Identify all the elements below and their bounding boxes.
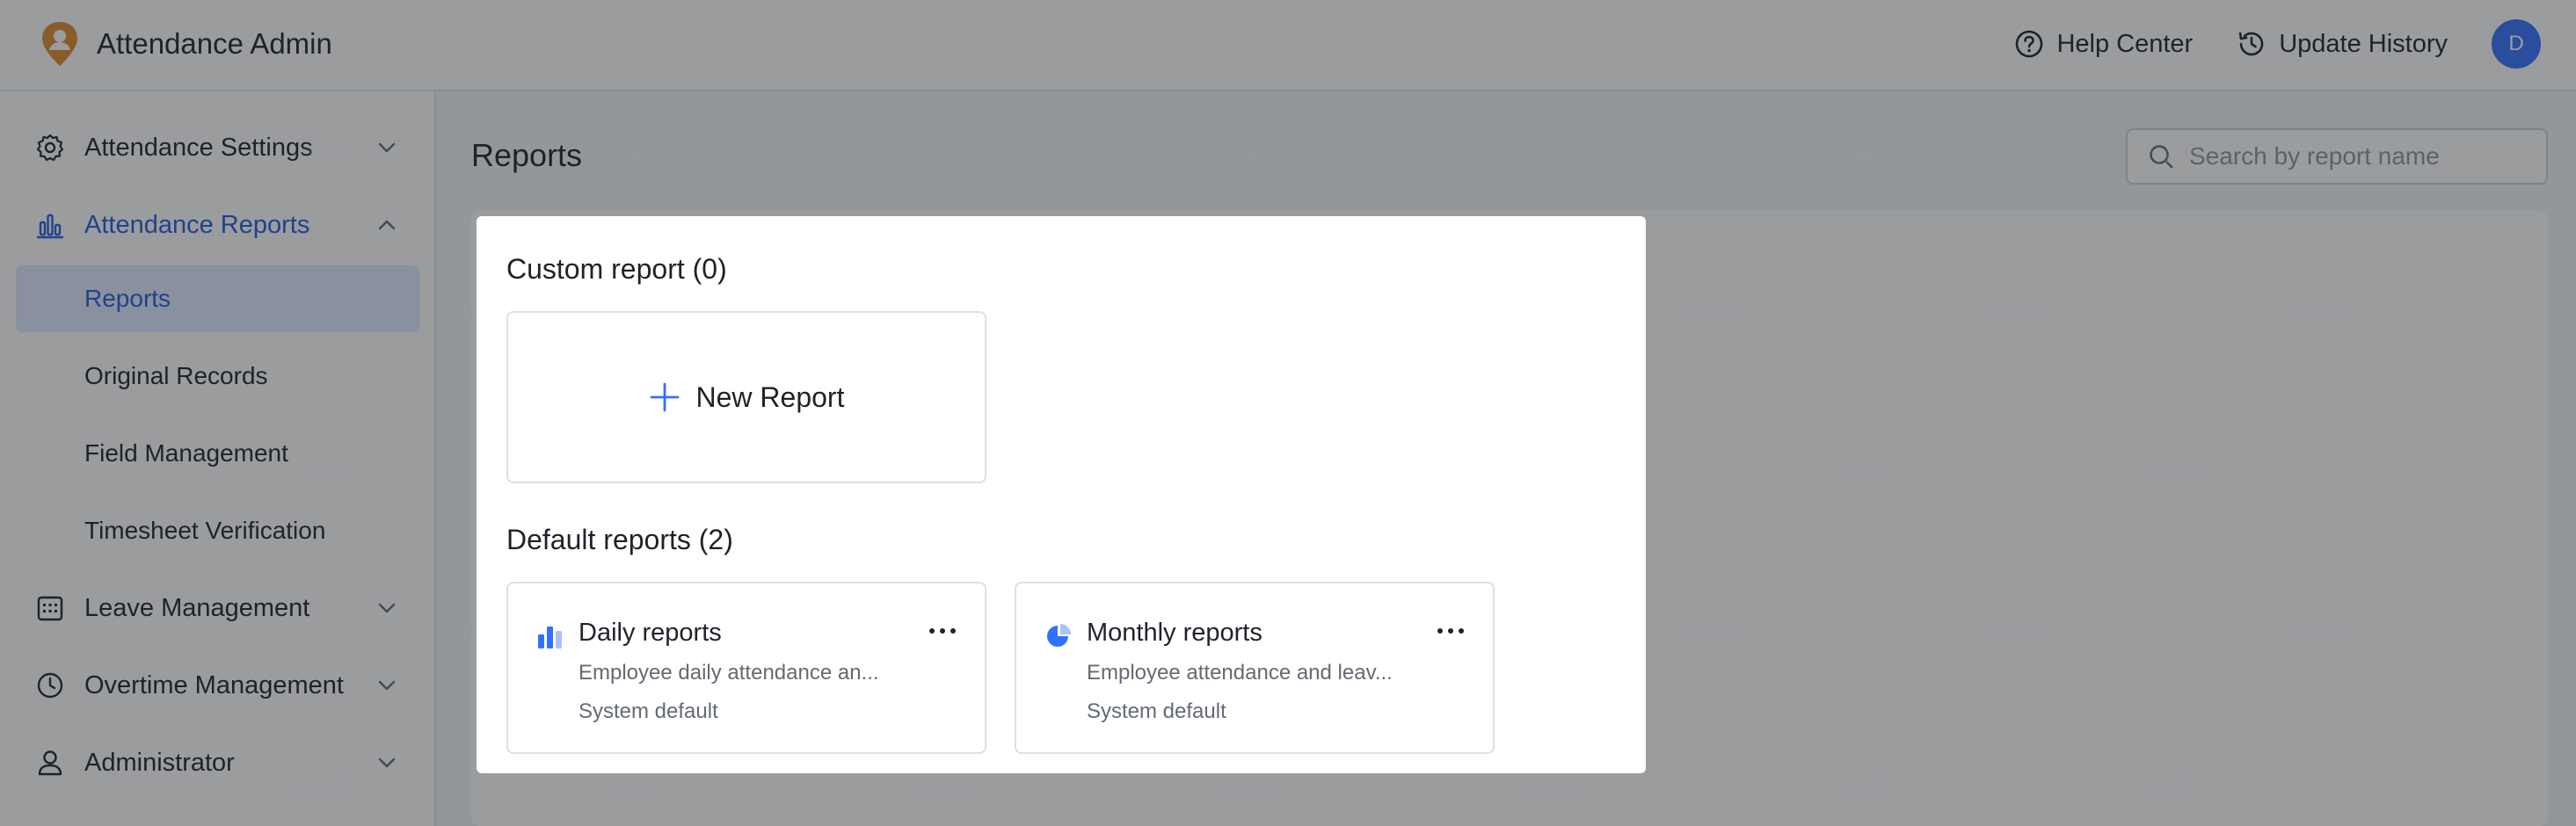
report-description: Employee attendance and leav... [1087, 661, 1393, 685]
report-subtitle: System default [1087, 699, 1226, 723]
bar-chart-icon [538, 627, 562, 648]
new-report-button[interactable]: New Report [506, 311, 986, 483]
report-title: Monthly reports [1087, 619, 1263, 647]
report-description: Employee daily attendance an... [579, 661, 879, 685]
report-subtitle: System default [579, 699, 718, 723]
report-title: Daily reports [579, 619, 722, 647]
more-options-icon[interactable] [927, 620, 958, 641]
plus-icon [650, 382, 679, 412]
pie-chart-icon [1047, 624, 1071, 647]
more-options-icon[interactable] [1435, 620, 1466, 641]
new-report-label: New Report [695, 380, 845, 413]
report-modal: Custom report (0) New Report Default rep… [477, 216, 1646, 773]
default-report-title: Default reports (2) [506, 524, 733, 555]
report-card-monthly[interactable]: Monthly reports Employee attendance and … [1015, 582, 1495, 754]
custom-report-title: Custom report (0) [506, 253, 727, 285]
report-card-daily[interactable]: Daily reports Employee daily attendance … [506, 582, 986, 754]
